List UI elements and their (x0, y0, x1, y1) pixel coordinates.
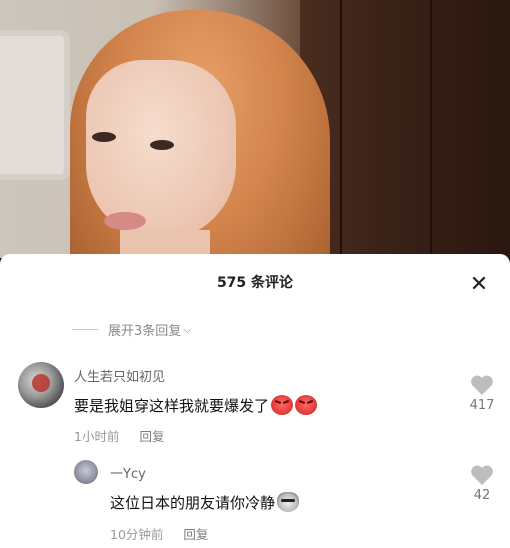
expand-replies-button[interactable]: 展开3条回复 ⌵ (72, 320, 192, 339)
comment-body: 要是我姐穿这样我就要爆发了 (74, 397, 270, 415)
comment-timestamp: 1小时前 (74, 429, 120, 444)
background-door (300, 0, 510, 258)
like-button[interactable]: 417 (462, 374, 502, 413)
comment-meta: 10分钟前 回复 (110, 524, 208, 543)
like-count: 417 (469, 398, 495, 413)
comment-text: 要是我姐穿这样我就要爆发了 (74, 395, 318, 416)
heart-icon (471, 375, 493, 395)
comment-body: 这位日本的朋友请你冷静 (110, 494, 276, 512)
comment-username[interactable]: 人生若只如初见 (74, 366, 165, 385)
background-fan (0, 30, 70, 180)
expand-replies-label: 展开3条回复 (108, 324, 182, 339)
person-eye (150, 140, 174, 150)
divider-line (72, 329, 98, 330)
person-lips (104, 212, 146, 230)
heart-icon (471, 465, 493, 485)
reply-button[interactable]: 回复 (139, 426, 164, 445)
comment-timestamp: 10分钟前 (110, 527, 164, 542)
avatar[interactable] (18, 362, 64, 408)
comment-meta: 1小时前 回复 (74, 426, 164, 445)
reply-button[interactable]: 回复 (183, 524, 208, 543)
video-frame[interactable] (0, 0, 510, 258)
person-face (86, 60, 236, 240)
cat-emoji-icon (277, 492, 300, 512)
like-button[interactable]: 42 (462, 464, 502, 503)
person-eye (92, 132, 116, 142)
comment-username[interactable]: 一Ycy (110, 463, 146, 482)
door-panel-line (430, 0, 432, 258)
angry-emoji-icon (295, 395, 318, 415)
comments-sheet: 575 条评论 ✕ 展开3条回复 ⌵ 人生若只如初见 要是我姐穿这样我就要爆发了… (0, 254, 510, 548)
comments-count-title: 575 条评论 (216, 275, 294, 291)
avatar[interactable] (74, 460, 98, 484)
door-panel-line (340, 0, 342, 258)
close-icon[interactable]: ✕ (466, 272, 492, 298)
comment-text: 这位日本的朋友请你冷静 (110, 492, 300, 513)
chevron-down-icon: ⌵ (183, 322, 192, 336)
angry-emoji-icon (271, 395, 294, 415)
like-count: 42 (473, 488, 491, 503)
